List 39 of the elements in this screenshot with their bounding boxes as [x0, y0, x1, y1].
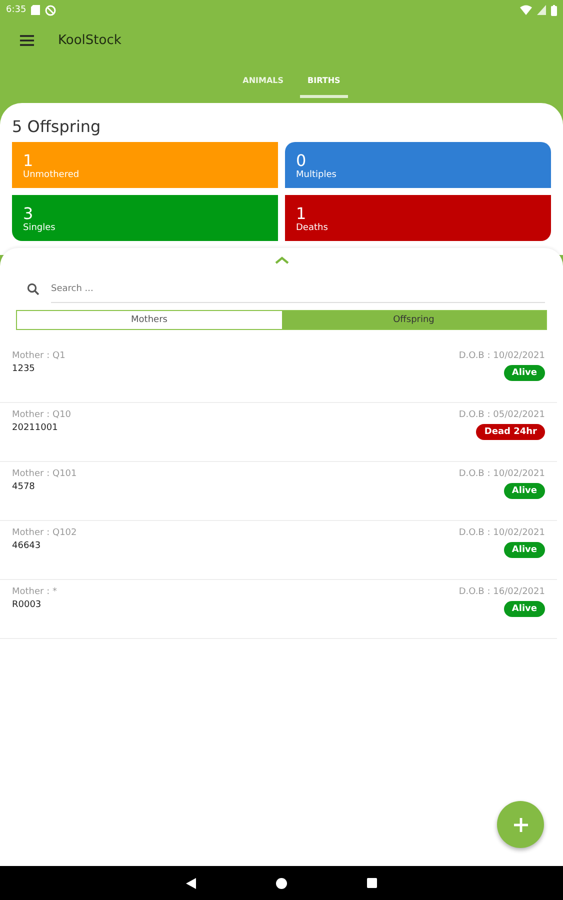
birth-date: D.O.B : 10/02/2021	[458, 527, 545, 540]
home-icon[interactable]	[276, 878, 287, 888]
blocked-icon	[45, 4, 56, 16]
stat-tile[interactable]: 3 Singles	[12, 195, 278, 241]
animal-tag: 1235	[12, 363, 66, 376]
birth-date: D.O.B : 10/02/2021	[458, 350, 545, 363]
status-badge: Alive	[504, 483, 545, 499]
animal-tag: 46643	[12, 540, 77, 553]
status-badge: Dead 24hr	[476, 424, 545, 440]
tab[interactable]: BIRTHS	[300, 76, 348, 98]
stat-tile[interactable]: 1 Deaths	[285, 195, 551, 241]
status-badge: Alive	[504, 542, 545, 558]
mother-label: Mother : Q101	[12, 468, 77, 481]
signal-icon	[537, 5, 546, 15]
birth-date: D.O.B : 10/02/2021	[458, 468, 545, 481]
battery-icon	[551, 4, 557, 16]
summary-title: 5 Offspring	[12, 117, 102, 136]
stat-tile[interactable]: 1 Unmothered	[12, 142, 278, 188]
wifi-icon	[520, 5, 532, 15]
status-time: 6:35	[6, 5, 26, 15]
back-icon[interactable]	[186, 878, 196, 888]
segment-tab[interactable]: Offspring	[282, 311, 546, 329]
animal-tag: 4578	[12, 481, 77, 494]
mother-label: Mother : Q1	[12, 350, 66, 363]
animal-tag: 20211001	[12, 422, 72, 435]
search-icon	[27, 283, 39, 295]
status-badge: Alive	[504, 601, 545, 617]
birth-date: D.O.B : 16/02/2021	[458, 586, 545, 599]
birth-date: D.O.B : 05/02/2021	[458, 409, 545, 422]
menu-icon[interactable]	[20, 34, 34, 46]
mother-label: Mother : Q102	[12, 527, 77, 540]
status-badge: Alive	[504, 365, 545, 381]
mother-label: Mother : *	[12, 586, 57, 599]
app-title: KoolStock	[58, 32, 122, 48]
sd-card-icon	[31, 5, 40, 15]
plus-icon	[512, 816, 528, 832]
animal-tag: R0003	[12, 599, 57, 612]
mother-label: Mother : Q10	[12, 409, 72, 422]
stat-tile[interactable]: 0 Multiples	[285, 142, 551, 188]
